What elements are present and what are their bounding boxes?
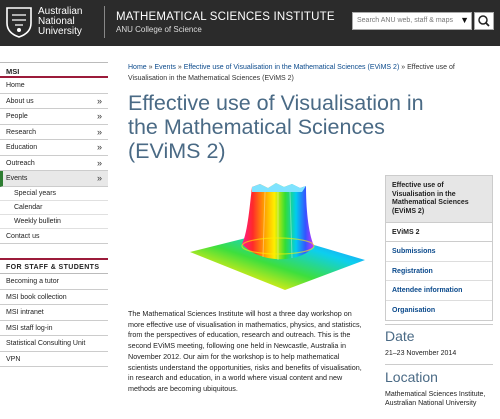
- date-heading: Date: [385, 328, 415, 344]
- sidebar-item-outreach[interactable]: Outreach »: [0, 156, 108, 171]
- sidebar-item-label: Outreach: [6, 159, 35, 167]
- breadcrumb-separator: »: [177, 64, 182, 71]
- staff-item-vpn[interactable]: VPN: [0, 352, 108, 367]
- sidebar-heading: MSI: [0, 62, 108, 78]
- chevron-right-icon[interactable]: »: [97, 158, 102, 168]
- subnav-registration[interactable]: Registration: [386, 262, 492, 281]
- sidebar-item-label: About us: [6, 97, 34, 105]
- search-input[interactable]: Search ANU web, staff & maps ▼: [352, 12, 472, 30]
- intro-paragraph: The Mathematical Sciences Institute will…: [128, 309, 362, 393]
- breadcrumb-home[interactable]: Home: [128, 64, 147, 71]
- anu-logo[interactable]: Australian National University: [4, 5, 104, 39]
- chevron-right-icon[interactable]: »: [97, 96, 102, 106]
- location-heading: Location: [385, 369, 438, 385]
- sidebar-item-contact[interactable]: Contact us: [0, 229, 108, 244]
- site-header: Australian National University MATHEMATI…: [0, 0, 500, 44]
- search-dropdown-icon[interactable]: ▼: [460, 15, 469, 25]
- location-value: Mathematical Sciences Institute, Austral…: [385, 391, 486, 407]
- sidebar-item-events[interactable]: Events »: [0, 171, 108, 187]
- sidebar-item-research[interactable]: Research »: [0, 125, 108, 140]
- header-rule: [0, 44, 500, 46]
- subnav-title[interactable]: Effective use of Visualisation in the Ma…: [386, 176, 492, 223]
- sidebar-item-label: Education: [6, 144, 38, 151]
- visualisation-figure: [190, 183, 365, 290]
- anu-crest-icon: [6, 7, 32, 38]
- subnav-organisation[interactable]: Organisation: [386, 301, 492, 321]
- sidebar-nav: MSI Home About us » People » Research » Edu…: [0, 62, 108, 367]
- staff-item-staff-login[interactable]: MSI staff log-in: [0, 321, 108, 336]
- sidebar-item-label: Contact us: [6, 232, 40, 240]
- staff-item-intranet[interactable]: MSI intranet: [0, 305, 108, 321]
- divider: [385, 324, 493, 325]
- staff-item-book-collection[interactable]: MSI book collection: [0, 290, 108, 305]
- divider: [385, 364, 493, 365]
- sidebar-subitem-calendar[interactable]: Calendar: [0, 201, 108, 215]
- chevron-down-icon[interactable]: »: [97, 173, 102, 183]
- chevron-right-icon[interactable]: »: [97, 127, 102, 137]
- sidebar-item-education[interactable]: Education »: [0, 140, 108, 156]
- page-title: Effective use of Visualisation in the Ma…: [128, 91, 424, 163]
- sidebar-item-label: Events: [6, 175, 28, 182]
- sidebar-subitem-weekly-bulletin[interactable]: Weekly bulletin: [0, 215, 108, 229]
- sidebar-item-about[interactable]: About us »: [0, 94, 108, 109]
- sidebar-item-label: People: [6, 113, 28, 120]
- breadcrumb-separator: »: [401, 64, 406, 71]
- subnav-attendee-information[interactable]: Attendee information: [386, 281, 492, 301]
- chevron-right-icon[interactable]: »: [97, 142, 102, 152]
- sidebar-item-label: Home: [6, 82, 25, 89]
- chevron-right-icon[interactable]: »: [97, 111, 102, 121]
- subnav-submissions[interactable]: Submissions: [386, 242, 492, 262]
- subnav-current[interactable]: EViMS 2: [386, 223, 492, 242]
- breadcrumb: Home » Events » Effective use of Visuali…: [128, 63, 458, 84]
- breadcrumb-separator: »: [148, 64, 153, 71]
- search-placeholder: Search ANU web, staff & maps: [357, 17, 453, 24]
- event-subnav: Effective use of Visualisation in the Ma…: [385, 175, 493, 321]
- sidebar-item-home[interactable]: Home: [0, 78, 108, 94]
- staff-students-heading: FOR STAFF & STUDENTS: [0, 258, 108, 274]
- breadcrumb-events[interactable]: Events: [155, 64, 176, 71]
- site-subtitle[interactable]: ANU College of Science: [116, 25, 202, 34]
- date-value: 21–23 November 2014: [385, 350, 457, 357]
- search-button[interactable]: [474, 12, 494, 30]
- university-name: Australian National University: [38, 6, 83, 37]
- header-divider: [104, 6, 105, 38]
- staff-item-becoming-tutor[interactable]: Becoming a tutor: [0, 274, 108, 290]
- sidebar-item-people[interactable]: People »: [0, 109, 108, 125]
- breadcrumb-page-link[interactable]: Effective use of Visualisation in the Ma…: [184, 64, 400, 71]
- sidebar-subitem-special-years[interactable]: Special years: [0, 187, 108, 201]
- site-title[interactable]: MATHEMATICAL SCIENCES INSTITUTE: [116, 11, 335, 23]
- staff-item-statistical-consulting[interactable]: Statistical Consulting Unit: [0, 336, 108, 352]
- sidebar-item-label: Research: [6, 128, 36, 136]
- search-icon: [478, 15, 490, 27]
